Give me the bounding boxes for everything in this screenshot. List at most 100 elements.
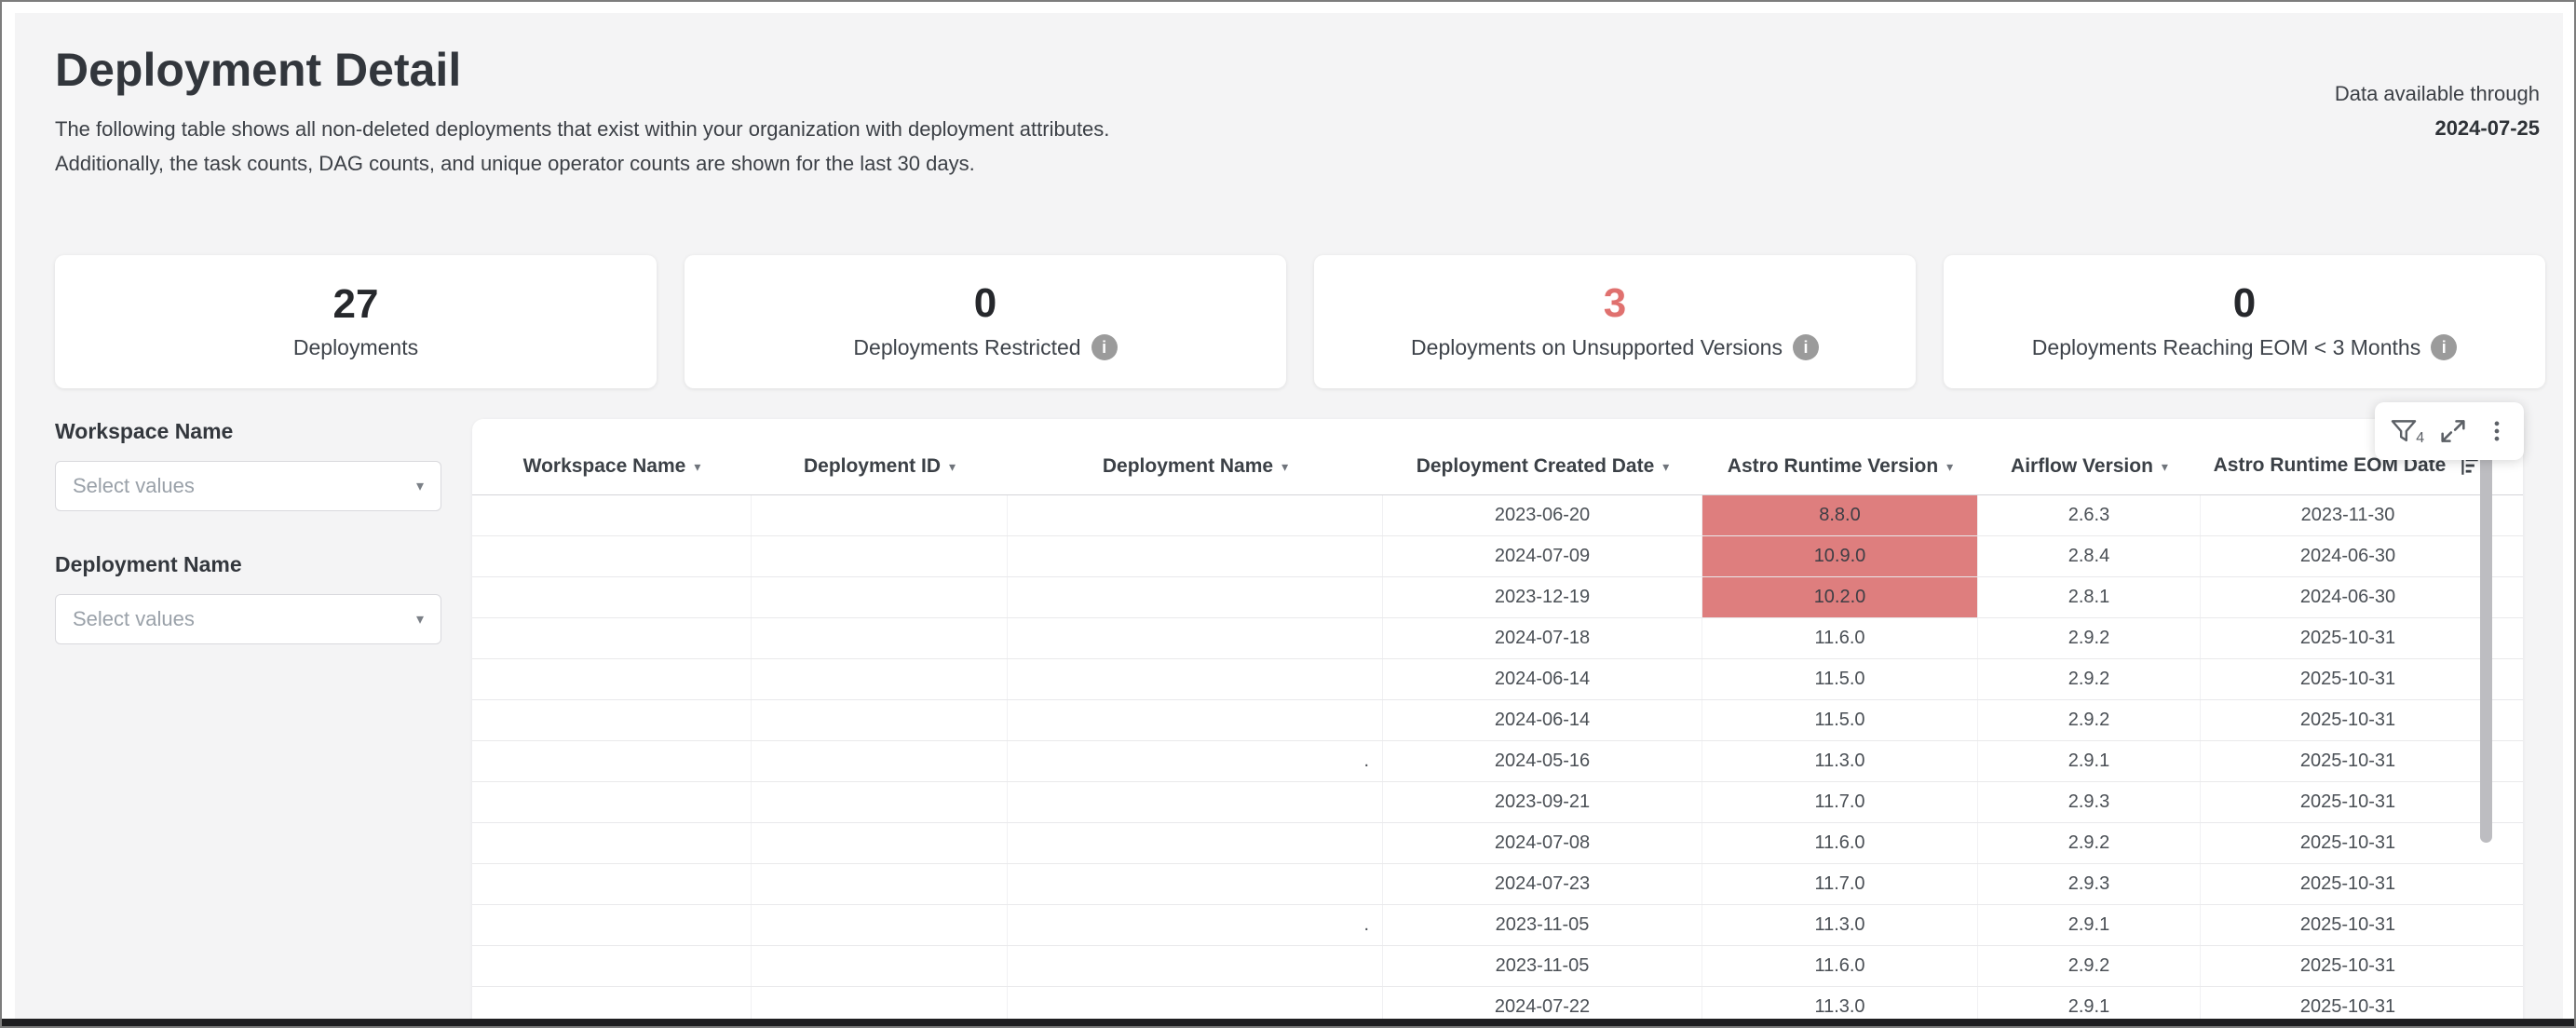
cell-deployment_name: . bbox=[1008, 905, 1383, 945]
page-description-line1: The following table shows all non-delete… bbox=[55, 112, 1109, 146]
cell-runtime: 11.5.0 bbox=[1702, 700, 1978, 740]
deployments-table-panel: Workspace Name▾Deployment ID▾Deployment … bbox=[472, 419, 2523, 1023]
chevron-down-icon: ▾ bbox=[416, 610, 424, 629]
cell-deployment_name: . bbox=[1008, 741, 1383, 781]
cell-eom: 2025-10-31 bbox=[2201, 905, 2495, 945]
cell-workspace bbox=[472, 905, 752, 945]
cell-created: 2024-07-08 bbox=[1383, 823, 1702, 863]
filter-icon[interactable]: 4 bbox=[2388, 415, 2424, 447]
vertical-scrollbar[interactable] bbox=[2480, 426, 2492, 843]
horizontal-scrollbar[interactable] bbox=[2, 1019, 2576, 1026]
column-header-label: Workspace Name bbox=[523, 455, 686, 478]
sort-caret-icon: ▾ bbox=[694, 459, 700, 475]
cell-runtime: 11.5.0 bbox=[1702, 659, 1978, 699]
column-header-deployment-id[interactable]: Deployment ID▾ bbox=[752, 455, 1008, 494]
cell-runtime: 11.6.0 bbox=[1702, 618, 1978, 658]
column-header-deployment-created-date[interactable]: Deployment Created Date▾ bbox=[1383, 455, 1702, 494]
stat-card-reaching-eom: 0 Deployments Reaching EOM < 3 Months i bbox=[1944, 255, 2545, 388]
cell-deployment_id bbox=[752, 618, 1008, 658]
cell-eom: 2025-10-31 bbox=[2201, 823, 2495, 863]
cell-deployment_name bbox=[1008, 495, 1383, 535]
cell-airflow: 2.6.3 bbox=[1978, 495, 2201, 535]
cell-deployment_id bbox=[752, 741, 1008, 781]
table-row: 2023-11-0511.6.02.9.22025-10-31 bbox=[472, 946, 2523, 987]
filter-sidebar: Workspace Name Select values ▾ Deploymen… bbox=[55, 419, 441, 685]
column-header-astro-runtime-version[interactable]: Astro Runtime Version▾ bbox=[1702, 455, 1978, 494]
info-icon[interactable]: i bbox=[1091, 334, 1118, 360]
cell-eom: 2025-10-31 bbox=[2201, 946, 2495, 986]
cell-eom: 2024-06-30 bbox=[2201, 536, 2495, 576]
table-row: 2023-12-1910.2.02.8.12024-06-30 bbox=[472, 577, 2523, 618]
cell-airflow: 2.9.2 bbox=[1978, 700, 2201, 740]
cell-deployment_name bbox=[1008, 864, 1383, 904]
cell-created: 2024-07-09 bbox=[1383, 536, 1702, 576]
page-description: The following table shows all non-delete… bbox=[55, 112, 1109, 181]
workspace-name-select[interactable]: Select values ▾ bbox=[55, 461, 441, 511]
data-available-label: Data available through bbox=[2335, 76, 2540, 111]
filter-count: 4 bbox=[2416, 430, 2424, 447]
stat-value: 3 bbox=[1604, 283, 1626, 324]
cell-workspace bbox=[472, 659, 752, 699]
cell-workspace bbox=[472, 864, 752, 904]
cell-eom: 2025-10-31 bbox=[2201, 864, 2495, 904]
deployment-name-select[interactable]: Select values ▾ bbox=[55, 594, 441, 644]
table-row: 2024-07-0910.9.02.8.42024-06-30 bbox=[472, 536, 2523, 577]
column-header-label: Airflow Version bbox=[2011, 455, 2153, 478]
column-header-label: Deployment Name bbox=[1103, 455, 1273, 478]
info-icon[interactable]: i bbox=[2431, 334, 2457, 360]
cell-deployment_id bbox=[752, 905, 1008, 945]
column-header-airflow-version[interactable]: Airflow Version ▾ bbox=[1978, 455, 2201, 494]
cell-airflow: 2.9.1 bbox=[1978, 905, 2201, 945]
table-toolbar: 4 bbox=[2375, 402, 2524, 460]
cell-deployment_id bbox=[752, 864, 1008, 904]
stat-label: Deployments Restricted bbox=[853, 335, 1080, 360]
data-available-block: Data available through 2024-07-25 bbox=[2335, 76, 2540, 145]
cell-eom: 2025-10-31 bbox=[2201, 659, 2495, 699]
cell-deployment_name bbox=[1008, 577, 1383, 617]
stat-card-deployments-restricted: 0 Deployments Restricted i bbox=[685, 255, 1286, 388]
sort-caret-icon: ▾ bbox=[1946, 459, 1953, 475]
cell-created: 2024-07-18 bbox=[1383, 618, 1702, 658]
cell-created: 2024-05-16 bbox=[1383, 741, 1702, 781]
stat-value: 0 bbox=[2233, 283, 2256, 324]
table-row: 2024-07-1811.6.02.9.22025-10-31 bbox=[472, 618, 2523, 659]
cell-airflow: 2.9.2 bbox=[1978, 823, 2201, 863]
page-title: Deployment Detail bbox=[55, 43, 461, 97]
stat-label: Deployments bbox=[293, 335, 418, 360]
cell-workspace bbox=[472, 782, 752, 822]
cell-runtime: 11.3.0 bbox=[1702, 905, 1978, 945]
info-icon[interactable]: i bbox=[1793, 334, 1819, 360]
cell-workspace bbox=[472, 823, 752, 863]
sort-caret-icon: ▾ bbox=[2162, 459, 2168, 475]
cell-airflow: 2.9.2 bbox=[1978, 618, 2201, 658]
cell-workspace bbox=[472, 741, 752, 781]
cell-runtime: 11.6.0 bbox=[1702, 823, 1978, 863]
kebab-menu-icon[interactable] bbox=[2483, 415, 2511, 447]
stat-cards-row: 27 Deployments 0 Deployments Restricted … bbox=[55, 255, 2545, 388]
cell-deployment_id bbox=[752, 946, 1008, 986]
cell-workspace bbox=[472, 495, 752, 535]
table-body: 2023-06-208.8.02.6.32023-11-302024-07-09… bbox=[472, 495, 2523, 1023]
chevron-down-icon: ▾ bbox=[416, 477, 424, 495]
cell-airflow: 2.9.2 bbox=[1978, 659, 2201, 699]
cell-workspace bbox=[472, 536, 752, 576]
cell-deployment_name bbox=[1008, 782, 1383, 822]
expand-icon[interactable] bbox=[2437, 415, 2469, 447]
workspace-name-filter-label: Workspace Name bbox=[55, 419, 441, 444]
column-header-deployment-name[interactable]: Deployment Name▾ bbox=[1008, 455, 1383, 494]
stat-value: 0 bbox=[974, 283, 997, 324]
cell-deployment_id bbox=[752, 782, 1008, 822]
cell-airflow: 2.9.1 bbox=[1978, 741, 2201, 781]
cell-airflow: 2.9.2 bbox=[1978, 946, 2201, 986]
cell-deployment_id bbox=[752, 659, 1008, 699]
select-placeholder: Select values bbox=[73, 607, 195, 631]
cell-runtime: 11.7.0 bbox=[1702, 782, 1978, 822]
column-header-workspace-name[interactable]: Workspace Name ▾ bbox=[472, 455, 752, 494]
cell-deployment_id bbox=[752, 823, 1008, 863]
cell-airflow: 2.8.4 bbox=[1978, 536, 2201, 576]
cell-runtime: 11.7.0 bbox=[1702, 864, 1978, 904]
sort-caret-icon: ▾ bbox=[1662, 459, 1669, 475]
cell-deployment_id bbox=[752, 577, 1008, 617]
cell-workspace bbox=[472, 700, 752, 740]
table-row: 2024-06-1411.5.02.9.22025-10-31 bbox=[472, 700, 2523, 741]
